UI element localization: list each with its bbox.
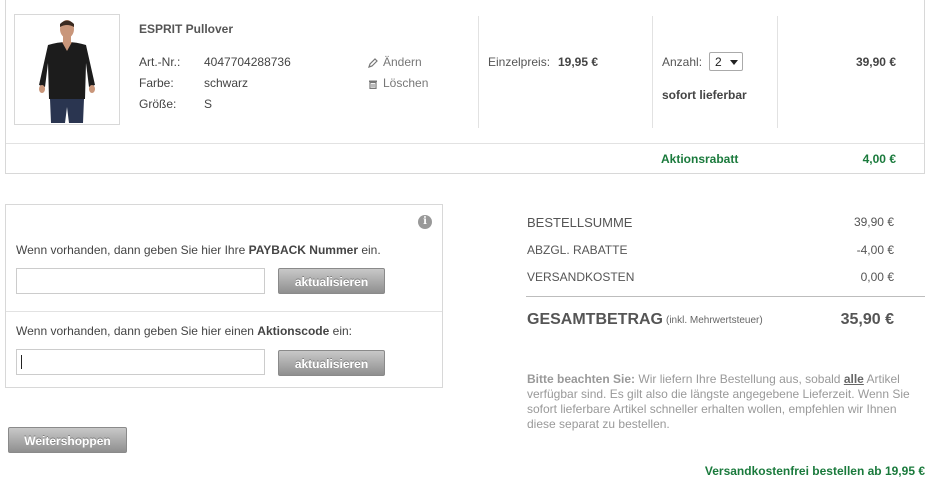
subtotal-label: BESTELLSUMME [527, 215, 633, 230]
discounts-value: -4,00 € [856, 243, 894, 257]
payback-instruction-bold: PAYBACK Nummer [248, 243, 358, 257]
payback-instruction: Wenn vorhanden, dann geben Sie hier Ihre… [16, 243, 381, 257]
unit-price-value: 19,95 € [558, 55, 599, 69]
continue-shopping-button[interactable]: Weitershoppen [8, 427, 127, 453]
size-label: Größe: [139, 97, 177, 111]
article-number-value: 4047704288736 [204, 55, 291, 69]
cart-item-box: ESPRIT Pullover Art.-Nr.: 4047704288736 … [5, 0, 925, 174]
promo-instruction-suffix: ein: [329, 324, 352, 338]
shipping-label: VERSANDKOSTEN [527, 270, 635, 284]
product-name[interactable]: ESPRIT Pullover [139, 22, 233, 36]
payback-update-button[interactable]: aktualisieren [278, 268, 385, 294]
promo-instruction-prefix: Wenn vorhanden, dann geben Sie hier eine… [16, 324, 258, 338]
shipping-value: 0,00 € [860, 270, 894, 284]
column-divider [652, 16, 653, 128]
subtotal-value: 39,90 € [853, 215, 894, 229]
edit-item-label: Ändern [383, 55, 422, 69]
payback-instruction-suffix: ein. [357, 243, 381, 257]
box-divider [6, 311, 442, 312]
unit-price-label: Einzelpreis: [488, 55, 551, 69]
discount-label: Aktionsrabatt [661, 152, 739, 166]
pencil-icon [368, 57, 378, 68]
size-value: S [204, 97, 213, 111]
column-divider [478, 16, 479, 128]
text-cursor [21, 355, 22, 369]
product-image[interactable] [14, 14, 120, 125]
delivery-note-part1: Wir liefern Ihre Bestellung aus, sobald [635, 372, 844, 386]
grand-total-note: (inkl. Mehrwertsteuer) [666, 315, 763, 326]
promo-update-button[interactable]: aktualisieren [278, 350, 385, 376]
quantity-label: Anzahl: [662, 55, 703, 69]
trash-icon [368, 78, 378, 90]
availability-status: sofort lieferbar [662, 88, 747, 102]
color-label: Farbe: [139, 76, 174, 90]
discount-value: 4,00 € [862, 152, 896, 166]
summary-divider [526, 296, 925, 297]
edit-item-link[interactable]: Ändern [368, 55, 422, 69]
payback-instruction-prefix: Wenn vorhanden, dann geben Sie hier Ihre [16, 243, 249, 257]
code-entry-box: i Wenn vorhanden, dann geben Sie hier Ih… [5, 204, 443, 388]
color-value: schwarz [204, 76, 249, 90]
delete-item-label: Löschen [383, 76, 429, 90]
grand-total-value: 35,90 € [840, 311, 894, 328]
promo-instruction: Wenn vorhanden, dann geben Sie hier eine… [16, 324, 352, 338]
delete-item-link[interactable]: Löschen [368, 76, 428, 90]
line-total: 39,90 € [855, 55, 896, 69]
delivery-note-bold: Bitte beachten Sie: [527, 372, 636, 386]
delivery-note: Bitte beachten Sie: Wir liefern Ihre Bes… [527, 372, 922, 432]
column-divider [777, 16, 778, 128]
payback-number-input[interactable] [16, 268, 265, 294]
chevron-down-icon [730, 60, 738, 65]
free-shipping-notice: Versandkostenfrei bestellen ab 19,95 € [704, 464, 925, 478]
promo-code-input[interactable] [16, 349, 265, 375]
info-icon[interactable]: i [418, 215, 432, 229]
delivery-note-underline: alle [843, 372, 864, 386]
promo-instruction-bold: Aktionscode [257, 324, 330, 338]
row-divider [6, 143, 924, 144]
grand-total-label: GESAMTBETRAG [527, 311, 663, 328]
article-number-label: Art.-Nr.: [139, 55, 181, 69]
quantity-value: 2 [715, 54, 722, 69]
quantity-select[interactable]: 2 [709, 52, 743, 71]
discounts-label: ABZGL. RABATTE [527, 243, 628, 257]
